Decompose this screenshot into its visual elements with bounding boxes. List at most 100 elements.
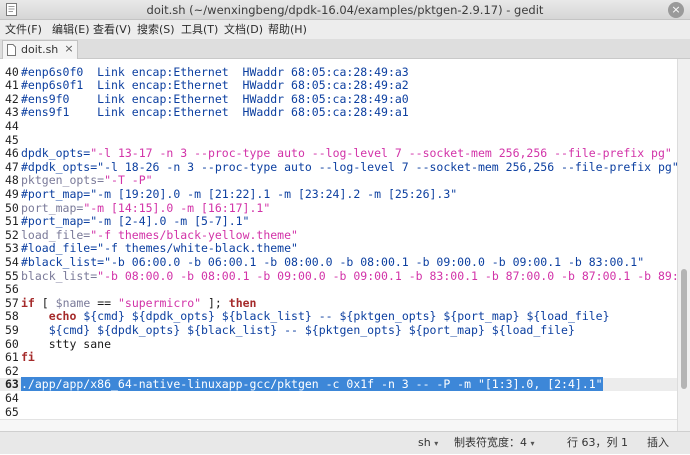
- vertical-scrollbar[interactable]: [677, 59, 690, 431]
- code-line[interactable]: 40 #enp6s0f0 Link encap:Ethernet HWaddr 6…: [0, 64, 677, 79]
- line-number: 60: [5, 336, 19, 351]
- code-line[interactable]: 58 echo ${cmd} ${dpdk_opts} ${black_list…: [0, 310, 677, 323]
- title-bar: doit.sh (~/wenxingbeng/dpdk-16.04/exampl…: [0, 0, 690, 20]
- line-number: 54: [5, 255, 19, 269]
- menu-tools[interactable]: 工具(T): [181, 20, 218, 39]
- menu-search[interactable]: 搜索(S): [137, 20, 175, 39]
- code-line[interactable]: 65: [0, 404, 677, 419]
- line-code: ${cmd} ${dpdk_opts} ${black_list} -- ${p…: [21, 324, 575, 337]
- line-code: #load_file="-f themes/white-black.theme": [21, 242, 298, 255]
- line-code: #enp6s0f1 Link encap:Ethernet HWaddr 68:…: [21, 79, 409, 92]
- code-line[interactable]: 52 load_file="-f themes/black-yellow.them…: [0, 227, 677, 242]
- code-line[interactable]: 48 pktgen_opts="-T -P": [0, 174, 677, 187]
- line-number: 58: [5, 309, 19, 324]
- line-number: 49: [5, 187, 19, 201]
- scrollbar-thumb[interactable]: [681, 269, 687, 389]
- line-code: black_list="-b 08:00.0 -b 08:00.1 -b 09:…: [21, 268, 677, 283]
- code-token: "-m [14:15].0 -m [16:17].1": [83, 200, 271, 215]
- code-line[interactable]: 50 port_map="-m [14:15].0 -m [16:17].1": [0, 200, 677, 215]
- code-line[interactable]: 61 fi: [0, 351, 677, 364]
- code-line[interactable]: 57 if [ $name == "supermicro" ]; then: [0, 295, 677, 310]
- code-token: black_list=: [21, 268, 98, 283]
- line-code: load_file="-f themes/black-yellow.theme": [21, 227, 298, 242]
- code-token: #ens9f1 Link encap:Ethernet HWaddr 68:05…: [21, 105, 409, 120]
- code-token: #load_file="-f themes/white-black.theme": [21, 241, 298, 256]
- line-number: 40: [5, 64, 19, 79]
- language-selector[interactable]: sh ▾: [418, 432, 438, 455]
- line-number: 61: [5, 350, 19, 365]
- code-token: #dpdk_opts="-l 18-26 -n 3 --proc-type au…: [21, 159, 677, 174]
- code-line[interactable]: 62: [0, 363, 677, 378]
- code-line[interactable]: 64: [0, 392, 677, 405]
- code-line[interactable]: 53 #load_file="-f themes/white-black.them…: [0, 242, 677, 255]
- line-number: 47: [5, 159, 19, 174]
- line-code: #ens9f1 Link encap:Ethernet HWaddr 68:05…: [21, 106, 409, 119]
- code-token: $name: [55, 295, 91, 310]
- code-line[interactable]: 49 #port_map="-m [19:20].0 -m [21:22].1 -…: [0, 188, 677, 201]
- menu-documents[interactable]: 文档(D): [224, 20, 263, 39]
- line-number: 44: [5, 119, 19, 133]
- line-code: #enp6s0f0 Link encap:Ethernet HWaddr 68:…: [21, 65, 409, 79]
- horizontal-scrollbar[interactable]: [0, 419, 677, 431]
- tab-width-selector[interactable]: 制表符宽度：4 ▾: [454, 432, 535, 455]
- line-code: #port_map="-m [2-4].0 -m [5-7].1": [21, 215, 249, 228]
- code-line[interactable]: 41 #enp6s0f1 Link encap:Ethernet HWaddr 6…: [0, 79, 677, 92]
- code-line[interactable]: 42 #ens9f0 Link encap:Ethernet HWaddr 68:…: [0, 91, 677, 106]
- line-number: 62: [5, 363, 19, 378]
- code-line[interactable]: 59 ${cmd} ${dpdk_opts} ${black_list} -- …: [0, 324, 677, 337]
- code-token: port_map=: [21, 200, 84, 215]
- code-line[interactable]: 47 #dpdk_opts="-l 18-26 -n 3 --proc-type …: [0, 159, 677, 174]
- code-line[interactable]: 63 ./app/app/x86_64-native-linuxapp-gcc/p…: [0, 377, 677, 392]
- line-code: #port_map="-m [19:20].0 -m [21:22].1 -m …: [21, 188, 457, 201]
- line-number: 43: [5, 105, 19, 120]
- code-token: #black_list="-b 06:00.0 -b 06:00.1 -b 08…: [21, 255, 645, 269]
- code-line[interactable]: 51 #port_map="-m [2-4].0 -m [5-7].1": [0, 215, 677, 228]
- tab-label: doit.sh: [21, 43, 59, 56]
- text-editor[interactable]: 40 #enp6s0f0 Link encap:Ethernet HWaddr 6…: [0, 59, 677, 431]
- code-token: "-T -P": [104, 173, 153, 188]
- line-number: 45: [5, 132, 19, 147]
- line-number: 42: [5, 91, 19, 106]
- code-line[interactable]: 44: [0, 120, 677, 133]
- code-line[interactable]: 56: [0, 283, 677, 296]
- tab-doit-sh[interactable]: doit.sh ×: [2, 40, 78, 59]
- tab-bar: doit.sh ×: [0, 39, 690, 59]
- selected-text: ./app/app/x86_64-native-linuxapp-gcc/pkt…: [21, 377, 603, 392]
- line-number: 50: [5, 200, 19, 215]
- tab-close-icon[interactable]: ×: [63, 43, 75, 55]
- code-line[interactable]: 45: [0, 132, 677, 147]
- status-bar: sh ▾ 制表符宽度：4 ▾ 行 63，列 1 插入: [0, 431, 690, 454]
- line-number: 46: [5, 146, 19, 161]
- chevron-down-icon: ▾: [434, 439, 439, 448]
- menu-help[interactable]: 帮助(H): [268, 20, 307, 39]
- window-close-button[interactable]: ×: [668, 2, 684, 18]
- menu-file[interactable]: 文件(F): [5, 20, 42, 39]
- code-line[interactable]: 46 dpdk_opts="-l 13-17 -n 3 --proc-type a…: [0, 147, 677, 160]
- line-number: 59: [5, 323, 19, 337]
- line-code: dpdk_opts="-l 13-17 -n 3 --proc-type aut…: [21, 147, 672, 160]
- code-token: #enp6s0f1 Link encap:Ethernet HWaddr 68:…: [21, 78, 409, 93]
- code-token: ${cmd} ${dpdk_opts} ${black_list} -- ${p…: [76, 309, 610, 324]
- code-token: "-b 08:00.0 -b 08:00.1 -b 09:00.0 -b 09:…: [97, 268, 677, 283]
- cursor-position: 行 63，列 1: [567, 436, 628, 449]
- line-number: 53: [5, 241, 19, 256]
- line-number: 65: [5, 404, 19, 419]
- menu-view[interactable]: 查看(V): [93, 20, 131, 39]
- code-token: #port_map="-m [2-4].0 -m [5-7].1": [21, 214, 250, 229]
- code-token: if: [21, 295, 35, 310]
- code-token: load_file=: [21, 227, 91, 242]
- line-code: pktgen_opts="-T -P": [21, 174, 153, 187]
- code-line[interactable]: 43 #ens9f1 Link encap:Ethernet HWaddr 68:…: [0, 106, 677, 119]
- line-number: 52: [5, 227, 19, 242]
- code-token: #ens9f0 Link encap:Ethernet HWaddr 68:05…: [21, 91, 409, 106]
- code-token: "-f themes/black-yellow.theme": [90, 227, 298, 242]
- line-code: echo ${cmd} ${dpdk_opts} ${black_list} -…: [21, 310, 610, 323]
- line-code: #dpdk_opts="-l 18-26 -n 3 --proc-type au…: [21, 159, 677, 174]
- code-line[interactable]: 55 black_list="-b 08:00.0 -b 08:00.1 -b 0…: [0, 268, 677, 283]
- code-token: ];: [201, 295, 229, 310]
- code-line[interactable]: 60 stty sane: [0, 336, 677, 351]
- code-line[interactable]: 54 #black_list="-b 06:00.0 -b 06:00.1 -b …: [0, 256, 677, 269]
- line-number: 41: [5, 78, 19, 93]
- menu-edit[interactable]: 编辑(E): [52, 20, 90, 39]
